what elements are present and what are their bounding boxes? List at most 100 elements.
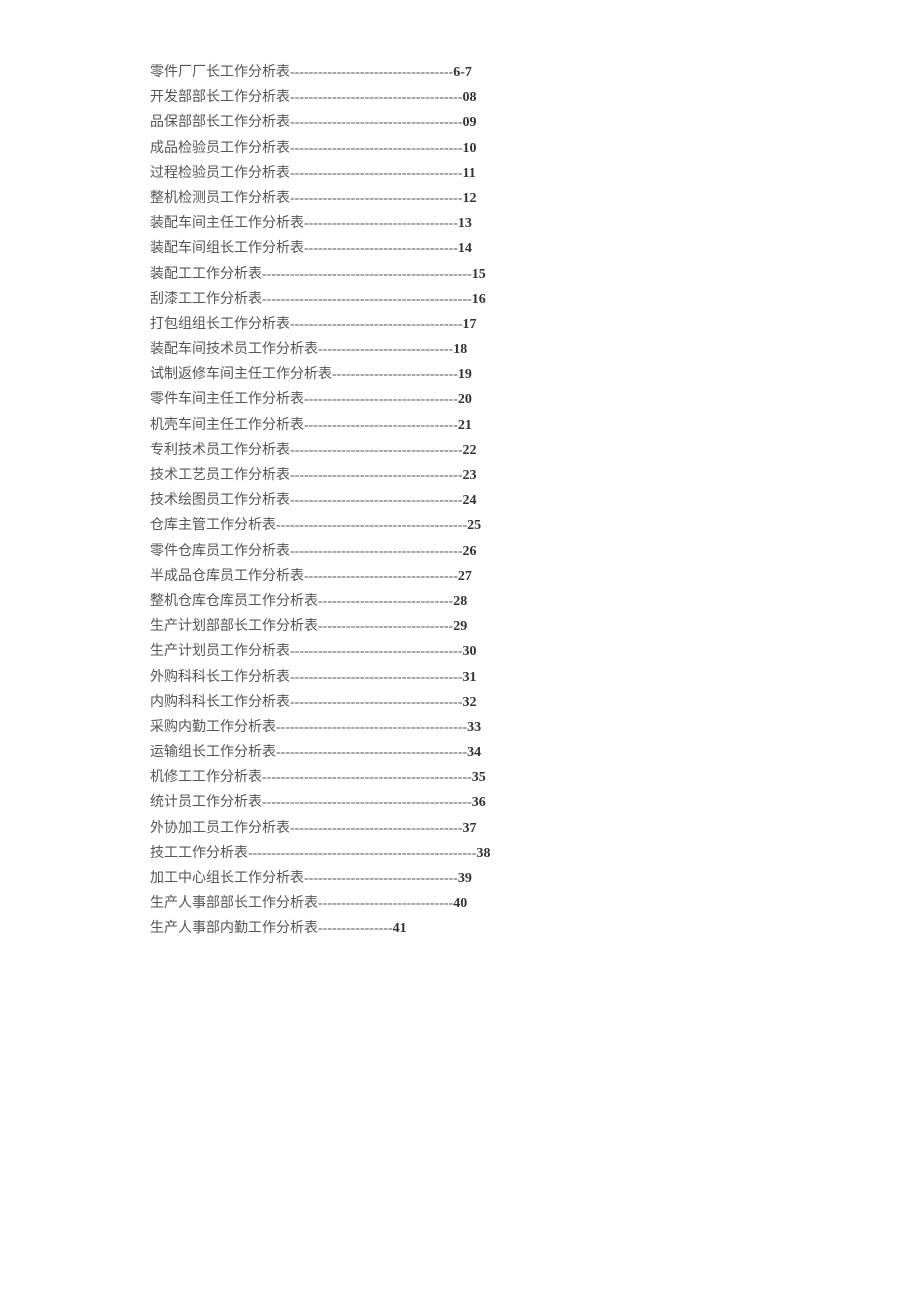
toc-entry-title: 统计员工作分析表 — [150, 790, 262, 815]
toc-entry-page: 22 — [463, 438, 477, 463]
toc-entry-leader: ------------------------------------- — [290, 85, 463, 110]
toc-entry-title: 整机检测员工作分析表 — [150, 186, 290, 211]
toc-entry-page: 16 — [472, 287, 486, 312]
toc-entry: 统计员工作分析表 -------------------------------… — [150, 790, 770, 815]
toc-entry-title: 零件车间主任工作分析表 — [150, 387, 304, 412]
toc-entry: 过程检验员工作分析表 -----------------------------… — [150, 161, 770, 186]
toc-entry-title: 刮漆工工作分析表 — [150, 287, 262, 312]
toc-entry-leader: --------------------------------- — [304, 413, 458, 438]
toc-entry-title: 品保部部长工作分析表 — [150, 110, 290, 135]
toc-entry-title: 生产人事部内勤工作分析表 — [150, 916, 318, 941]
toc-entry-leader: ----------------------------------------… — [262, 262, 472, 287]
toc-entry: 生产计划部部长工作分析表 ---------------------------… — [150, 614, 770, 639]
toc-entry-leader: --------------------------------- — [304, 236, 458, 261]
toc-entry-page: 36 — [472, 790, 486, 815]
toc-entry-leader: --------------------------------- — [304, 211, 458, 236]
toc-entry-page: 20 — [458, 387, 472, 412]
toc-entry-title: 外协加工员工作分析表 — [150, 816, 290, 841]
toc-entry-title: 零件仓库员工作分析表 — [150, 539, 290, 564]
toc-entry-leader: ------------------------------------- — [290, 186, 463, 211]
toc-entry-leader: --------------------------------- — [304, 564, 458, 589]
toc-entry-leader: ------------------------------------- — [290, 136, 463, 161]
toc-entry-leader: ------------------------------------- — [290, 161, 463, 186]
toc-entry-page: 31 — [463, 665, 477, 690]
toc-entry-leader: ------------------------------------- — [290, 438, 463, 463]
toc-entry-page: 23 — [463, 463, 477, 488]
toc-entry-page: 19 — [458, 362, 472, 387]
toc-entry-leader: ----------------------------------------… — [262, 765, 472, 790]
toc-entry-page: 21 — [458, 413, 472, 438]
toc-entry-title: 开发部部长工作分析表 — [150, 85, 290, 110]
toc-entry: 生产计划员工作分析表 -----------------------------… — [150, 639, 770, 664]
toc-entry-page: 32 — [463, 690, 477, 715]
toc-entry-leader: ----------------------------------------… — [262, 287, 472, 312]
toc-entry-leader: ------------------------------------- — [290, 488, 463, 513]
toc-entry-leader: ------------------------------------- — [290, 463, 463, 488]
toc-entry: 生产人事部部长工作分析表 ---------------------------… — [150, 891, 770, 916]
toc-entry-title: 整机仓库仓库员工作分析表 — [150, 589, 318, 614]
toc-entry-title: 零件厂厂长工作分析表 — [150, 60, 290, 85]
toc-entry-leader: ----------------------------------------… — [276, 740, 467, 765]
toc-entry-leader: ------------------------------------- — [290, 816, 463, 841]
toc-entry: 装配车间组长工作分析表 ----------------------------… — [150, 236, 770, 261]
toc-entry-title: 外购科科长工作分析表 — [150, 665, 290, 690]
toc-entry-leader: ------------------------------------- — [290, 539, 463, 564]
toc-entry: 开发部部长工作分析表 -----------------------------… — [150, 85, 770, 110]
toc-entry-leader: ----------------------------- — [318, 891, 453, 916]
toc-entry-page: 33 — [467, 715, 481, 740]
toc-entry-page: 12 — [463, 186, 477, 211]
toc-entry: 打包组组长工作分析表 -----------------------------… — [150, 312, 770, 337]
toc-entry-page: 18 — [453, 337, 467, 362]
toc-entry: 生产人事部内勤工作分析表 ----------------41 — [150, 916, 770, 941]
toc-entry-leader: --------------------------------- — [304, 866, 458, 891]
toc-entry-title: 装配车间主任工作分析表 — [150, 211, 304, 236]
toc-entry-title: 生产计划部部长工作分析表 — [150, 614, 318, 639]
toc-entry-page: 08 — [463, 85, 477, 110]
toc-entry: 机壳车间主任工作分析表 ----------------------------… — [150, 413, 770, 438]
toc-entry-title: 成品检验员工作分析表 — [150, 136, 290, 161]
toc-entry-page: 29 — [453, 614, 467, 639]
toc-entry-title: 装配车间技术员工作分析表 — [150, 337, 318, 362]
toc-entry: 整机仓库仓库员工作分析表 ---------------------------… — [150, 589, 770, 614]
toc-entry-page: 10 — [463, 136, 477, 161]
toc-entry-page: 26 — [463, 539, 477, 564]
toc-entry-title: 加工中心组长工作分析表 — [150, 866, 304, 891]
toc-entry-page: 40 — [453, 891, 467, 916]
toc-entry-title: 仓库主管工作分析表 — [150, 513, 276, 538]
toc-entry-title: 专利技术员工作分析表 — [150, 438, 290, 463]
toc-entry-leader: ----------------------------------------… — [248, 841, 476, 866]
toc-entry: 零件仓库员工作分析表 -----------------------------… — [150, 539, 770, 564]
toc-entry-page: 6-7 — [453, 60, 472, 85]
toc-entry-leader: ----------------------------- — [318, 589, 453, 614]
toc-entry-page: 25 — [467, 513, 481, 538]
toc-entry: 仓库主管工作分析表 ------------------------------… — [150, 513, 770, 538]
toc-entry-title: 采购内勤工作分析表 — [150, 715, 276, 740]
toc-entry-title: 技工工作分析表 — [150, 841, 248, 866]
toc-entry: 整机检测员工作分析表 -----------------------------… — [150, 186, 770, 211]
toc-entry-leader: ----------------------------------------… — [276, 513, 467, 538]
toc-entry-title: 生产计划员工作分析表 — [150, 639, 290, 664]
toc-entry: 外协加工员工作分析表 -----------------------------… — [150, 816, 770, 841]
toc-entry: 外购科科长工作分析表 -----------------------------… — [150, 665, 770, 690]
toc-entry-title: 内购科科长工作分析表 — [150, 690, 290, 715]
toc-entry-leader: ----------------------------- — [318, 337, 453, 362]
toc-entry: 技术工艺员工作分析表 -----------------------------… — [150, 463, 770, 488]
toc-entry-page: 14 — [458, 236, 472, 261]
toc-entry: 成品检验员工作分析表 -----------------------------… — [150, 136, 770, 161]
toc-entry-page: 35 — [472, 765, 486, 790]
toc-entry: 采购内勤工作分析表 ------------------------------… — [150, 715, 770, 740]
toc-entry-title: 技术工艺员工作分析表 — [150, 463, 290, 488]
toc-entry-page: 37 — [463, 816, 477, 841]
toc-entry-page: 28 — [453, 589, 467, 614]
toc-entry: 技术绘图员工作分析表 -----------------------------… — [150, 488, 770, 513]
toc-entry: 零件车间主任工作分析表 ----------------------------… — [150, 387, 770, 412]
toc-entry: 机修工工作分析表 -------------------------------… — [150, 765, 770, 790]
toc-entry-page: 34 — [467, 740, 481, 765]
toc-entry-title: 半成品仓库员工作分析表 — [150, 564, 304, 589]
toc-entry-page: 11 — [463, 161, 476, 186]
toc-entry-leader: ----------------------------------- — [290, 60, 453, 85]
toc-entry: 装配车间技术员工作分析表 ---------------------------… — [150, 337, 770, 362]
toc-entry-leader: ----------------------------- — [318, 614, 453, 639]
toc-entry-leader: ---------------- — [318, 916, 393, 941]
toc-entry-title: 过程检验员工作分析表 — [150, 161, 290, 186]
